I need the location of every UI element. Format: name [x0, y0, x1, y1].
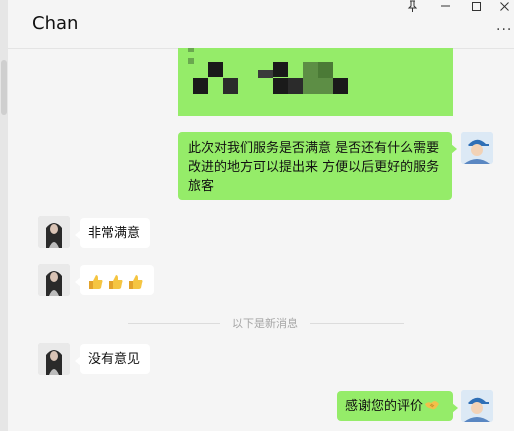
close-button[interactable] — [496, 0, 512, 18]
self-text-message[interactable]: 感谢您的评价 — [337, 391, 458, 421]
left-scrollbar-thumb[interactable] — [1, 60, 7, 115]
emoji-row — [88, 272, 144, 291]
self-text-message[interactable]: 此次对我们服务是否满意 是否还有什么需要 改进的地方可以提出来 方便以后更好的服… — [178, 132, 457, 200]
minimize-icon — [440, 5, 450, 7]
contact-avatar[interactable] — [38, 216, 70, 248]
avatar-image — [461, 390, 493, 422]
message-text: 此次对我们服务是否满意 是否还有什么需要 改进的地方可以提出来 方便以后更好的服… — [188, 139, 448, 196]
avatar-image — [38, 216, 70, 248]
close-icon — [499, 2, 509, 11]
chat-title: Chan — [32, 13, 79, 34]
handshake-icon — [425, 401, 440, 410]
more-options-icon[interactable]: ··· — [496, 22, 512, 38]
message-line: 旅客 — [188, 179, 215, 194]
thumbs-up-icon — [129, 274, 143, 289]
left-scroll-strip — [0, 0, 8, 431]
new-messages-divider-right — [310, 323, 404, 324]
message-text: 没有意见 — [88, 352, 141, 367]
self-image-message[interactable] — [178, 48, 453, 116]
thumbs-up-icon — [89, 274, 103, 289]
minimize-button[interactable] — [437, 0, 453, 15]
thumbs-up-icon — [109, 274, 123, 289]
new-messages-divider-label: 以下是新消息 — [232, 317, 298, 330]
contact-emoji-message[interactable] — [75, 265, 154, 295]
pin-icon-svg — [407, 0, 417, 12]
contact-text-message[interactable]: 非常满意 — [75, 218, 150, 248]
maximize-icon — [471, 2, 481, 11]
message-text-content: 感谢您的评价 — [345, 399, 424, 414]
contact-avatar[interactable] — [38, 264, 70, 296]
contact-avatar[interactable] — [38, 343, 70, 375]
new-messages-divider-left — [128, 323, 220, 324]
chat-titlebar: Chan ··· — [8, 0, 514, 49]
message-text: 感谢您的评价 — [345, 397, 440, 416]
message-line: 改进的地方可以提出来 方便以后更好的服务 — [188, 160, 440, 175]
avatar-image — [38, 264, 70, 296]
self-avatar[interactable] — [461, 390, 493, 422]
self-avatar[interactable] — [461, 132, 493, 164]
maximize-button[interactable] — [468, 0, 484, 18]
pixelated-image — [178, 48, 453, 116]
contact-text-message[interactable]: 没有意见 — [75, 344, 150, 374]
message-text: 非常满意 — [88, 226, 141, 241]
avatar-image — [38, 343, 70, 375]
message-line: 此次对我们服务是否满意 是否还有什么需要 — [188, 141, 440, 156]
pin-icon[interactable] — [404, 0, 420, 18]
avatar-image — [461, 132, 493, 164]
